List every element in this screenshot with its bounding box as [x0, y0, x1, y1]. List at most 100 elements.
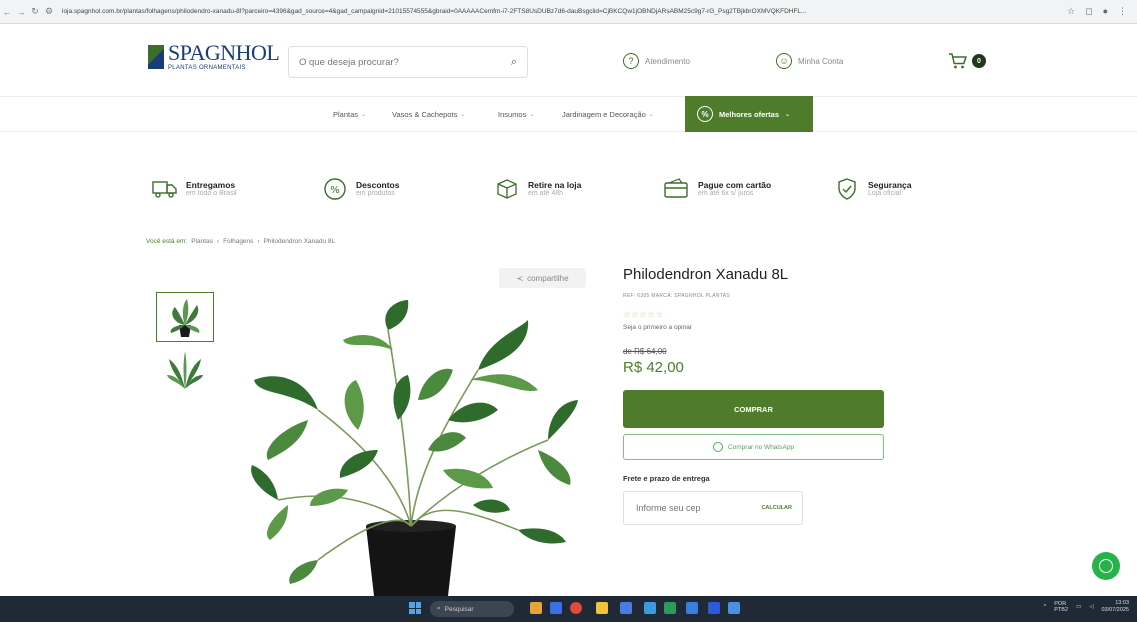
user-icon: ☺ [776, 53, 792, 69]
teams-icon[interactable] [728, 602, 740, 614]
breadcrumb: Você está em: Plantas › Folhagens › Phil… [146, 238, 335, 245]
excel-icon[interactable] [664, 602, 676, 614]
benefit-title: Descontos [356, 179, 400, 190]
cep-box: CALCULAR [623, 491, 803, 525]
reload-icon[interactable]: ↻ [28, 6, 42, 17]
taskbar-search[interactable]: ⌕ Pesquisar [430, 601, 514, 617]
language-indicator[interactable]: POR PTB2 [1054, 601, 1068, 614]
whatsapp-icon [1099, 559, 1113, 573]
windows-start-icon[interactable] [409, 602, 421, 614]
atendimento-link[interactable]: ? Atendimento [623, 53, 690, 69]
file-explorer-icon[interactable] [596, 602, 608, 614]
breadcrumb-link-plantas[interactable]: Plantas [191, 238, 213, 245]
menu-dots-icon[interactable]: ⋮ [1118, 6, 1127, 17]
clock[interactable]: 13:03 03/07/2025 [1101, 600, 1129, 614]
clock-date: 03/07/2025 [1101, 607, 1129, 614]
product-main-image[interactable] [248, 300, 578, 596]
bookmark-star-icon[interactable]: ☆ [1067, 6, 1075, 17]
svg-text:%: % [330, 185, 340, 196]
breadcrumb-prefix: Você está em: [146, 238, 188, 245]
product-ref: REF: 6305 MARCA: SPAGNHOL PLANTAS [623, 293, 731, 299]
task-view-icon[interactable] [550, 602, 562, 614]
address-bar[interactable]: loja.spagnhol.com.br/plantas/folhagens/p… [62, 8, 1061, 15]
shipping-label: Frete e prazo de entrega [623, 474, 710, 483]
promo-label: Melhores ofertas [719, 109, 780, 119]
site-info-icon[interactable]: ⚙ [42, 6, 56, 17]
share-button[interactable]: ≺ compartilhe [499, 268, 586, 288]
shield-icon [834, 176, 860, 202]
benefit-title: Segurança [868, 179, 912, 190]
whatsapp-buy-label: Comprar no WhatsApp [727, 443, 795, 451]
buy-button[interactable]: COMPRAR [623, 390, 884, 428]
nav-item-plantas[interactable]: Plantas ⌄ [333, 110, 366, 119]
breadcrumb-separator: › [216, 238, 220, 245]
logo-subtitle: PLANTAS ORNAMENTAIS [168, 65, 246, 71]
chevron-down-icon: ⌄ [460, 112, 466, 118]
nav-item-insumos[interactable]: Insumos ⌄ [498, 110, 534, 119]
extensions-icon[interactable]: ◻ [1085, 6, 1092, 17]
chevron-down-icon: ⌄ [529, 112, 535, 118]
browser-toolbar: ← → ↻ ⚙ loja.spagnhol.com.br/plantas/fol… [0, 0, 1137, 24]
os-taskbar: ⌕ Pesquisar ^ POR PTB2 ▭ ◁ 13:03 03/07/2… [0, 596, 1137, 622]
nav-item-melhores-ofertas[interactable]: % Melhores ofertas ⌄ [685, 96, 813, 132]
whatsapp-icon [712, 442, 723, 452]
search-box: ⌕ [288, 46, 528, 78]
rating-stars[interactable]: ☆☆☆☆☆ [623, 310, 664, 319]
store-icon[interactable] [620, 602, 632, 614]
whatsapp-buy-button[interactable]: Comprar no WhatsApp [623, 434, 884, 460]
volume-icon[interactable]: ◁ [1089, 604, 1093, 610]
cep-input[interactable] [636, 503, 726, 513]
outlook-icon[interactable] [686, 602, 698, 614]
minha-conta-link[interactable]: ☺ Minha Conta [776, 53, 843, 69]
benefit-title: Pague com cartão [698, 179, 772, 190]
language-bottom: PTB2 [1054, 607, 1069, 614]
benefit-entregamos: Entregamos em todo o Brasil [152, 176, 237, 202]
benefit-subtitle: em produtos [356, 189, 395, 197]
site-logo[interactable]: SPAGNHOL PLANTAS ORNAMENTAIS [148, 42, 280, 71]
chrome-icon[interactable] [570, 602, 582, 614]
plant-thumbnail-image [170, 299, 200, 337]
browser-actions: ☆ ◻ ● ⋮ [1067, 6, 1137, 17]
benefit-seguranca: Segurança Loja oficial [834, 176, 911, 202]
breadcrumb-separator: › [257, 238, 260, 245]
profile-icon[interactable]: ● [1103, 6, 1108, 17]
nav-item-jardinagem[interactable]: Jardinagem e Decoração ⌄ [562, 110, 654, 119]
product-thumbnail-2[interactable] [156, 346, 214, 396]
cart-count-badge: 0 [972, 54, 986, 68]
forward-icon[interactable]: → [14, 7, 28, 17]
cart-button[interactable]: 0 [948, 52, 986, 70]
search-input[interactable] [299, 56, 511, 68]
chevron-down-icon: ⌄ [648, 112, 654, 118]
benefit-subtitle: em todo o Brasil [186, 189, 237, 197]
nav-label: Jardinagem e Decoração [562, 110, 646, 119]
word-icon[interactable] [708, 602, 720, 614]
network-icon[interactable]: ▭ [1076, 604, 1081, 610]
benefit-retire-na-loja: Retire na loja em até 48h [494, 176, 581, 202]
chevron-down-icon: ⌄ [785, 111, 791, 118]
calculate-button[interactable]: CALCULAR [761, 505, 792, 511]
discount-icon: % [322, 176, 348, 202]
nav-item-vasos[interactable]: Vasos & Cachepots ⌄ [392, 110, 465, 119]
back-icon[interactable]: ← [0, 7, 14, 17]
breadcrumb-link-folhagens[interactable]: Folhagens [223, 238, 253, 245]
minha-conta-label: Minha Conta [798, 56, 844, 66]
whatsapp-float-button[interactable] [1092, 552, 1120, 580]
logo-mark-icon [148, 44, 164, 69]
search-icon[interactable]: ⌕ [511, 56, 517, 69]
product-thumbnail-1[interactable] [156, 292, 214, 342]
box-icon [494, 176, 520, 202]
help-icon: ? [623, 53, 639, 69]
review-cta[interactable]: Seja o primeiro a opinar [623, 324, 692, 331]
benefit-subtitle: em até 48h [528, 189, 564, 197]
nav-label: Plantas [333, 110, 359, 119]
edge-icon[interactable] [644, 602, 656, 614]
widgets-icon[interactable] [530, 602, 542, 614]
system-tray: ^ POR PTB2 ▭ ◁ 13:03 03/07/2025 [1044, 600, 1129, 614]
truck-icon [152, 176, 178, 202]
current-price: R$ 42,00 [623, 359, 684, 376]
chevron-up-icon[interactable]: ^ [1044, 604, 1047, 610]
main-navigation: Plantas ⌄ Vasos & Cachepots ⌄ Insumos ⌄ Jar… [0, 96, 1137, 132]
benefit-title: Retire na loja [528, 179, 582, 190]
benefit-title: Entregamos [186, 179, 236, 190]
leaf-thumbnail-image [167, 351, 203, 389]
